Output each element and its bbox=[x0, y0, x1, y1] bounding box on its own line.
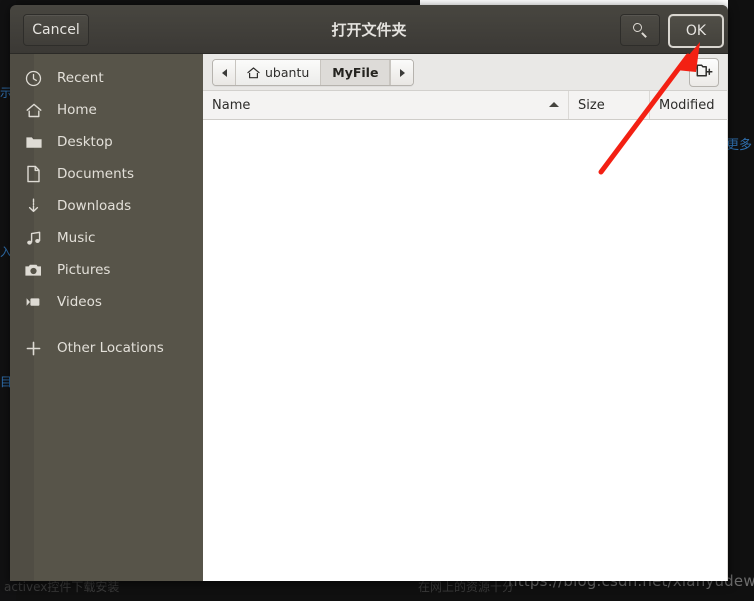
new-folder-button[interactable] bbox=[689, 58, 719, 87]
search-button[interactable] bbox=[620, 14, 660, 46]
video-camera-icon bbox=[10, 295, 57, 309]
breadcrumb-item-myfile[interactable]: MyFile bbox=[321, 60, 391, 85]
home-icon bbox=[10, 102, 57, 119]
column-header-label: Size bbox=[578, 97, 605, 113]
sidebar-separator bbox=[10, 318, 203, 332]
places-sidebar: Recent Home Desktop Documents Downloads … bbox=[10, 54, 203, 581]
dialog-body: Recent Home Desktop Documents Downloads … bbox=[10, 54, 728, 581]
column-header-label: Modified bbox=[659, 97, 715, 113]
breadcrumb: ubantu MyFile bbox=[212, 59, 415, 86]
folder-icon bbox=[10, 134, 57, 150]
column-header-modified[interactable]: Modified bbox=[650, 91, 728, 119]
clock-icon bbox=[10, 70, 57, 87]
ok-button[interactable]: OK bbox=[668, 14, 724, 48]
sidebar-item-home[interactable]: Home bbox=[10, 94, 203, 126]
breadcrumb-forward-button[interactable] bbox=[390, 60, 414, 85]
home-icon bbox=[247, 66, 260, 79]
file-list[interactable] bbox=[203, 120, 728, 581]
sidebar-item-documents[interactable]: Documents bbox=[10, 158, 203, 190]
sidebar-item-label: Documents bbox=[57, 166, 134, 182]
breadcrumb-item-ubantu[interactable]: ubantu bbox=[236, 60, 322, 85]
path-bar: ubantu MyFile bbox=[203, 54, 728, 91]
cancel-button[interactable]: Cancel bbox=[23, 14, 89, 46]
chevron-right-icon bbox=[399, 68, 405, 77]
ok-button-label: OK bbox=[685, 23, 707, 39]
file-list-column-headers: Name Size Modified bbox=[203, 91, 728, 120]
open-folder-dialog: 打开文件夹 Cancel OK Recent Home Desktop Docu… bbox=[10, 5, 728, 581]
file-browser-pane: ubantu MyFile Name Size Modified bbox=[203, 54, 728, 581]
sidebar-item-label: Videos bbox=[57, 294, 102, 310]
music-note-icon bbox=[10, 230, 57, 247]
breadcrumb-item-label: ubantu bbox=[265, 65, 310, 80]
sort-ascending-icon bbox=[549, 102, 559, 107]
sidebar-item-other-locations[interactable]: Other Locations bbox=[10, 332, 203, 364]
document-icon bbox=[10, 165, 57, 183]
breadcrumb-item-label: MyFile bbox=[332, 65, 379, 80]
sidebar-item-videos[interactable]: Videos bbox=[10, 286, 203, 318]
sidebar-item-label: Music bbox=[57, 230, 96, 246]
sidebar-item-label: Recent bbox=[57, 70, 104, 86]
pane-right-edge bbox=[727, 54, 728, 581]
background-more-link[interactable]: 更多 bbox=[726, 138, 752, 153]
column-header-label: Name bbox=[212, 97, 251, 113]
camera-icon bbox=[10, 262, 57, 278]
sidebar-item-label: Downloads bbox=[57, 198, 132, 214]
dialog-header-bar: 打开文件夹 Cancel OK bbox=[10, 5, 728, 54]
sidebar-item-downloads[interactable]: Downloads bbox=[10, 190, 203, 222]
column-header-size[interactable]: Size bbox=[569, 91, 650, 119]
sidebar-item-recent[interactable]: Recent bbox=[10, 62, 203, 94]
breadcrumb-back-button[interactable] bbox=[213, 60, 236, 85]
column-header-name[interactable]: Name bbox=[203, 91, 569, 119]
download-icon bbox=[10, 197, 57, 215]
sidebar-item-label: Other Locations bbox=[57, 340, 164, 356]
plus-icon bbox=[10, 340, 57, 357]
sidebar-item-desktop[interactable]: Desktop bbox=[10, 126, 203, 158]
sidebar-item-pictures[interactable]: Pictures bbox=[10, 254, 203, 286]
sidebar-item-label: Pictures bbox=[57, 262, 111, 278]
cancel-button-label: Cancel bbox=[32, 22, 80, 38]
chevron-left-icon bbox=[221, 68, 227, 77]
sidebar-item-music[interactable]: Music bbox=[10, 222, 203, 254]
sidebar-item-label: Home bbox=[57, 102, 97, 118]
sidebar-item-label: Desktop bbox=[57, 134, 113, 150]
search-icon bbox=[632, 22, 648, 38]
new-folder-icon bbox=[696, 63, 713, 82]
